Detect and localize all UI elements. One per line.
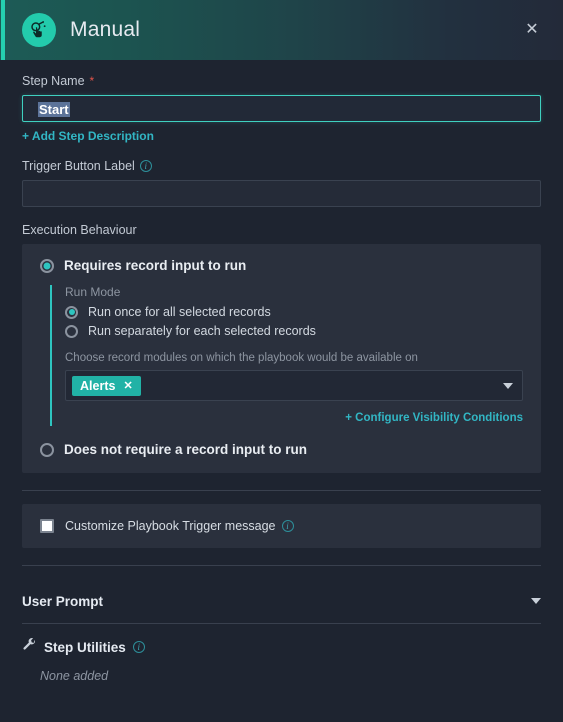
customize-trigger-checkbox[interactable]: [40, 519, 54, 533]
record-modules-multiselect[interactable]: Alerts ✕: [65, 370, 523, 401]
step-utilities-title: Step Utilities: [44, 639, 126, 655]
radio-does-not-require-record-input-label: Does not require a record input to run: [64, 442, 308, 457]
radio-run-separately-each-record-label: Run separately for each selected records: [88, 324, 316, 338]
step-name-input-inner: Start: [31, 96, 532, 123]
step-utilities-header: Step Utilities i: [22, 624, 541, 657]
user-prompt-title: User Prompt: [22, 593, 104, 609]
dialog-title: Manual: [70, 18, 141, 41]
radio-run-once-all-records[interactable]: Run once for all selected records: [65, 305, 523, 319]
required-marker: *: [89, 74, 95, 88]
step-name-value: Start: [38, 102, 70, 117]
trigger-button-label-input[interactable]: [22, 180, 541, 207]
radio-icon-unselected[interactable]: [40, 442, 54, 457]
radio-requires-record-input[interactable]: Requires record input to run: [40, 258, 523, 273]
add-step-description-link[interactable]: + Add Step Description: [22, 129, 154, 143]
dialog-header: Manual ✕: [0, 0, 563, 60]
header-accent-bar: [1, 0, 5, 60]
chip-alerts[interactable]: Alerts ✕: [72, 375, 141, 396]
chip-remove-icon[interactable]: ✕: [123, 379, 132, 392]
info-icon[interactable]: i: [132, 641, 145, 653]
chip-alerts-label: Alerts: [80, 378, 116, 393]
radio-run-separately-each-record[interactable]: Run separately for each selected records: [65, 324, 523, 338]
step-utilities-empty-text: None added: [40, 669, 109, 683]
trigger-button-label-text: Trigger Button Label: [22, 159, 135, 173]
radio-requires-record-input-label: Requires record input to run: [64, 258, 247, 273]
step-name-label: Step Name *: [22, 74, 541, 88]
customize-trigger-label-row: Customize Playbook Trigger message i: [65, 519, 294, 533]
radio-does-not-require-record-input[interactable]: Does not require a record input to run: [40, 442, 523, 457]
radio-icon-unselected[interactable]: [65, 324, 78, 338]
step-name-label-text: Step Name: [22, 74, 85, 88]
manual-hand-pointer-icon: [22, 13, 56, 47]
execution-behaviour-label: Execution Behaviour: [22, 223, 137, 237]
record-modules-caption: Choose record modules on which the playb…: [65, 352, 418, 364]
manual-step-dialog: Manual ✕ Step Name * Start + Add Step De…: [0, 0, 563, 722]
chevron-down-icon[interactable]: [503, 382, 513, 389]
divider: [22, 565, 541, 566]
divider: [22, 490, 541, 491]
customize-trigger-label: Customize Playbook Trigger message: [65, 519, 276, 533]
configure-visibility-conditions-row: + Configure Visibility Conditions: [65, 408, 523, 426]
radio-run-once-all-records-label: Run once for all selected records: [88, 305, 271, 319]
radio-icon-selected[interactable]: [65, 305, 78, 319]
run-mode-group: Run Mode Run once for all selected recor…: [50, 285, 523, 426]
execution-behaviour-panel: Requires record input to run Run Mode Ru…: [22, 244, 541, 473]
run-mode-caption: Run Mode: [65, 285, 121, 299]
customize-trigger-panel: Customize Playbook Trigger message i: [22, 504, 541, 548]
configure-visibility-conditions-link[interactable]: + Configure Visibility Conditions: [345, 412, 523, 424]
wrench-icon: [22, 637, 37, 657]
close-icon[interactable]: ✕: [519, 17, 545, 43]
user-prompt-section-header[interactable]: User Prompt: [22, 579, 541, 623]
radio-icon-selected[interactable]: [40, 258, 54, 273]
info-icon[interactable]: i: [139, 160, 152, 172]
trigger-button-label-label: Trigger Button Label i: [22, 159, 541, 173]
chevron-down-icon[interactable]: [531, 598, 541, 604]
info-icon[interactable]: i: [281, 520, 294, 532]
dialog-body: Step Name * Start + Add Step Description…: [0, 60, 563, 722]
step-name-input[interactable]: Start: [22, 95, 541, 122]
